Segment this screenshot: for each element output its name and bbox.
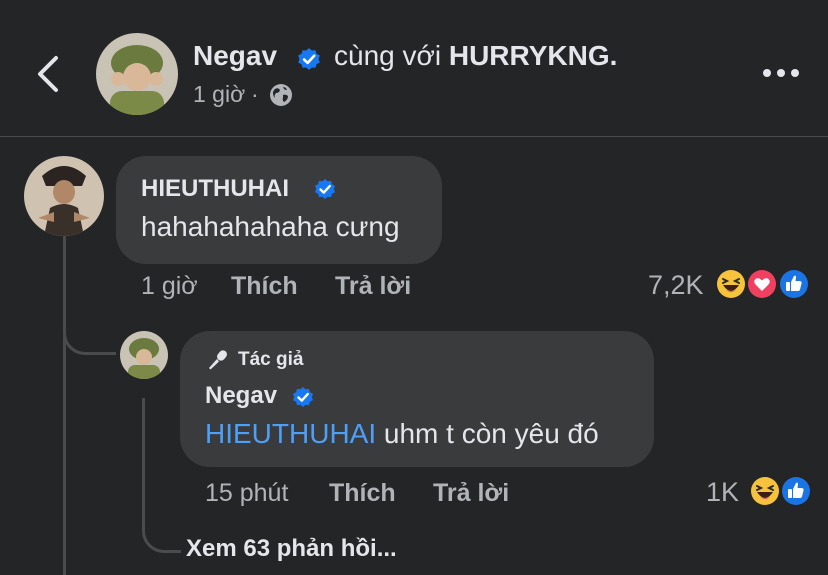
- comment-bubble[interactable]: [116, 156, 442, 264]
- poster-avatar[interactable]: [96, 33, 178, 115]
- reply-button[interactable]: Trả lời: [433, 479, 509, 508]
- reply-time[interactable]: 15 phút: [205, 479, 288, 508]
- reply-text-body: uhm t còn yêu đó: [376, 418, 599, 449]
- reply-text: HIEUTHUHAI uhm t còn yêu đó: [205, 418, 599, 450]
- love-icon[interactable]: [746, 268, 778, 300]
- thread-line: [63, 235, 66, 575]
- more-horizontal-icon[interactable]: [762, 66, 800, 80]
- microphone-icon: [209, 350, 227, 370]
- tagged-with-text: cùng với HURRYKNG.: [334, 40, 617, 72]
- chevron-left-icon[interactable]: [30, 52, 70, 96]
- haha-icon[interactable]: [749, 475, 781, 507]
- like-button[interactable]: Thích: [231, 272, 298, 301]
- verified-badge-icon: [293, 387, 313, 407]
- view-more-replies-link[interactable]: Xem 63 phản hồi...: [186, 535, 397, 563]
- like-icon[interactable]: [778, 268, 810, 300]
- poster-name[interactable]: Negav: [193, 40, 277, 72]
- reaction-count[interactable]: 1K: [706, 477, 739, 508]
- commenter-avatar[interactable]: [24, 156, 104, 236]
- separator-dot: ·: [251, 81, 259, 107]
- globe-icon: [270, 84, 292, 106]
- like-icon[interactable]: [780, 475, 812, 507]
- like-button[interactable]: Thích: [329, 479, 396, 508]
- author-badge: Tác giả: [238, 349, 304, 370]
- reply-author-avatar[interactable]: [120, 331, 168, 379]
- thread-connector: [63, 300, 116, 355]
- comment-text: hahahahahaha cưng: [141, 211, 400, 242]
- mention-link[interactable]: HIEUTHUHAI: [205, 418, 376, 449]
- thread-connector: [142, 398, 181, 553]
- verified-badge-icon: [298, 48, 320, 70]
- verified-badge-icon: [315, 179, 335, 199]
- reaction-count[interactable]: 7,2K: [648, 270, 704, 301]
- header-divider: [0, 136, 828, 137]
- commenter-name[interactable]: HIEUTHUHAI: [141, 175, 289, 203]
- comment-time[interactable]: 1 giờ: [141, 272, 198, 301]
- reply-author-name[interactable]: Negav: [205, 382, 277, 410]
- haha-icon[interactable]: [715, 268, 747, 300]
- with-label: cùng với: [334, 40, 442, 71]
- post-time[interactable]: 1 giờ: [193, 81, 245, 108]
- tagged-name[interactable]: HURRYKNG.: [449, 40, 618, 71]
- reply-button[interactable]: Trả lời: [335, 272, 411, 301]
